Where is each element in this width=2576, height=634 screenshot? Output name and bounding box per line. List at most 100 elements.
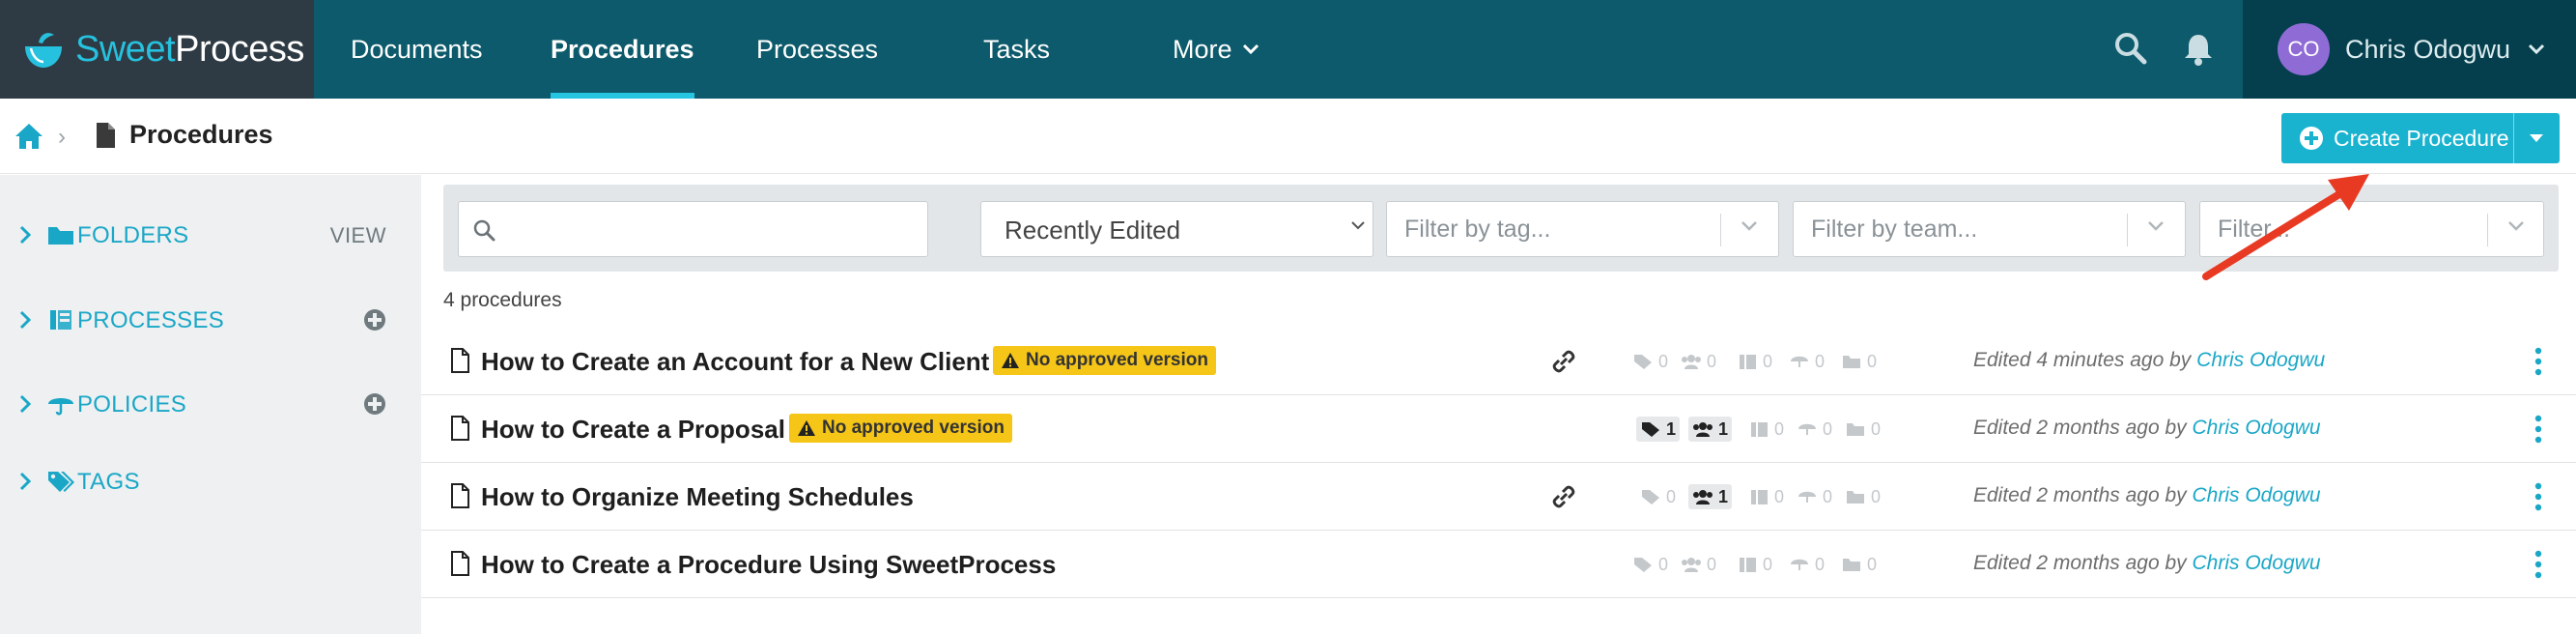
procedure-title-link[interactable]: How to Create a Proposal — [481, 415, 785, 445]
tags-count: 1 — [1636, 417, 1681, 442]
tags-icon — [48, 472, 74, 492]
folders-count: 0 — [1841, 417, 1884, 442]
caret-down-icon[interactable] — [2529, 132, 2544, 144]
umbrella-icon — [1791, 356, 1808, 367]
folders-count: 0 — [1837, 349, 1881, 374]
status-badge: No approved version — [789, 414, 1012, 443]
sidebar-item-label: POLICIES — [77, 391, 187, 418]
procedure-title-link[interactable]: How to Create a Procedure Using SweetPro… — [481, 550, 1056, 580]
chevron-right-icon — [19, 310, 31, 330]
table-row[interactable]: How to Create a Procedure Using SweetPro… — [421, 531, 2576, 598]
more-vertical-icon[interactable] — [2532, 413, 2545, 446]
chevron-down-icon — [2529, 43, 2545, 55]
add-policy-icon[interactable] — [363, 392, 386, 416]
top-navbar: SweetProcess Documents Procedures Proces… — [0, 0, 2576, 99]
umbrella-icon — [48, 398, 73, 416]
create-procedure-button[interactable]: Create Procedure — [2281, 113, 2560, 163]
editor-link[interactable]: Chris Odogwu — [2193, 484, 2321, 506]
sidebar-item-processes[interactable]: PROCESSES — [0, 293, 421, 347]
breadcrumb: › Procedures Create Procedure — [0, 99, 2576, 174]
users-icon — [1682, 558, 1701, 572]
more-vertical-icon[interactable] — [2532, 480, 2545, 513]
processes-count: 0 — [1744, 484, 1788, 509]
folders-count: 0 — [1841, 484, 1884, 509]
teams-count: 0 — [1677, 552, 1720, 577]
chevron-down-icon — [1242, 43, 1259, 55]
sidebar-item-folders[interactable]: FOLDERS VIEW — [0, 208, 421, 262]
nav-more[interactable]: More — [1173, 0, 1260, 99]
teams-count: 1 — [1688, 417, 1733, 442]
brand-logo[interactable]: SweetProcess — [0, 0, 314, 99]
teams-count: 1 — [1688, 484, 1733, 509]
folders-count: 0 — [1837, 552, 1881, 577]
edited-info: Edited 2 months ago by Chris Odogwu — [1973, 417, 2321, 439]
users-icon — [1693, 422, 1713, 437]
umbrella-icon — [1791, 559, 1808, 570]
document-icon — [97, 123, 115, 148]
status-badge: No approved version — [993, 346, 1216, 375]
chevron-right-icon — [19, 394, 31, 414]
nav-processes[interactable]: Processes — [756, 0, 878, 99]
tag-icon — [1634, 355, 1652, 369]
editor-link[interactable]: Chris Odogwu — [2196, 349, 2325, 371]
search-icon — [473, 219, 495, 242]
policies-count: 0 — [1785, 349, 1828, 374]
page-title: Procedures — [129, 120, 273, 149]
document-icon — [451, 416, 469, 441]
table-row[interactable]: How to Organize Meeting Schedules 0 1 0 … — [421, 463, 2576, 531]
warning-icon — [798, 420, 815, 436]
procedure-title-link[interactable]: How to Create an Account for a New Clien… — [481, 347, 989, 377]
users-icon — [1682, 355, 1701, 369]
link-icon[interactable] — [1549, 347, 1578, 376]
link-icon[interactable] — [1549, 482, 1578, 511]
chevron-down-icon — [2148, 221, 2164, 231]
processes-icon — [1740, 558, 1756, 572]
folder-icon — [1847, 491, 1864, 504]
nav-procedures[interactable]: Procedures — [551, 0, 694, 99]
sidebar-item-tags[interactable]: TAGS — [0, 454, 421, 508]
select-divider — [1720, 214, 1721, 246]
processes-icon — [50, 310, 71, 330]
sidebar-item-policies[interactable]: POLICIES — [0, 377, 421, 431]
add-process-icon[interactable] — [363, 308, 386, 331]
table-row[interactable]: How to Create an Account for a New Clien… — [421, 328, 2576, 395]
chevron-right-icon — [19, 472, 31, 491]
chevron-down-icon — [1351, 221, 1365, 230]
team-filter-placeholder: Filter by team... — [1811, 216, 1978, 243]
processes-count: 0 — [1744, 417, 1788, 442]
editor-link[interactable]: Chris Odogwu — [2193, 552, 2321, 574]
processes-icon — [1751, 490, 1768, 504]
nav-documents[interactable]: Documents — [351, 0, 483, 99]
editor-link[interactable]: Chris Odogwu — [2193, 417, 2321, 439]
chevron-down-icon — [2508, 221, 2524, 231]
sidebar-item-label: FOLDERS — [77, 222, 189, 248]
home-icon[interactable] — [14, 122, 44, 151]
search-icon[interactable] — [2111, 29, 2150, 68]
procedure-title-link[interactable]: How to Organize Meeting Schedules — [481, 482, 914, 512]
team-filter-select[interactable]: Filter by team... — [1793, 201, 2186, 257]
breadcrumb-separator: › — [58, 124, 66, 150]
user-menu[interactable]: CO Chris Odogwu — [2243, 0, 2576, 99]
sort-select[interactable]: Recently Edited — [980, 201, 1373, 257]
sort-value: Recently Edited — [1005, 216, 1181, 245]
more-vertical-icon[interactable] — [2532, 345, 2545, 378]
folder-icon — [1847, 423, 1864, 436]
bell-icon[interactable] — [2179, 29, 2218, 68]
document-icon — [451, 483, 469, 508]
sidebar-item-label: PROCESSES — [77, 307, 225, 333]
status-badge-text: No approved version — [822, 418, 1005, 438]
warning-icon — [1002, 353, 1019, 368]
users-icon — [1693, 490, 1713, 504]
tags-count: 0 — [1628, 349, 1672, 374]
tags-count: 0 — [1628, 552, 1672, 577]
document-icon — [451, 551, 469, 576]
chevron-right-icon — [19, 225, 31, 245]
document-icon — [451, 348, 469, 373]
table-row[interactable]: How to Create a Proposal No approved ver… — [421, 395, 2576, 463]
folder-icon — [1843, 559, 1860, 571]
folders-view-link[interactable]: VIEW — [330, 223, 386, 248]
more-vertical-icon[interactable] — [2532, 548, 2545, 581]
nav-tasks[interactable]: Tasks — [983, 0, 1050, 99]
tag-filter-select[interactable]: Filter by tag... — [1386, 201, 1779, 257]
search-input[interactable] — [458, 201, 928, 257]
